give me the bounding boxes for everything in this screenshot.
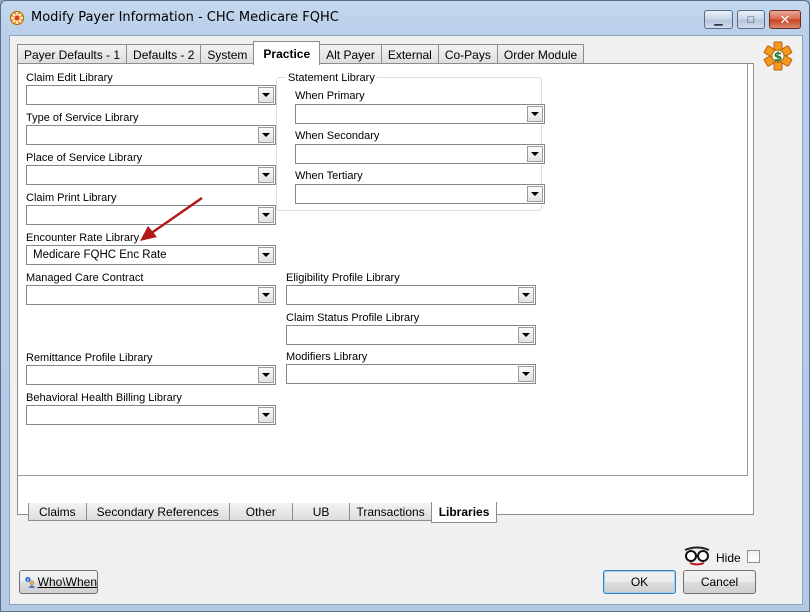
bottom-tab-strip: Claims Secondary References Other UB Tra… <box>28 502 498 525</box>
tab-libraries[interactable]: Libraries <box>430 502 498 523</box>
cancel-button[interactable]: Cancel <box>683 570 756 594</box>
when-secondary-dropdown[interactable] <box>295 144 545 164</box>
svg-text:$: $ <box>773 50 782 65</box>
place-of-service-library-dropdown[interactable] <box>26 165 276 185</box>
tab-transactions[interactable]: Transactions <box>349 503 432 521</box>
modifiers-library-label: Modifiers Library <box>286 351 368 363</box>
type-of-service-library-dropdown[interactable] <box>26 125 276 145</box>
behavioral-health-billing-library-label: Behavioral Health Billing Library <box>26 392 182 404</box>
spy-glasses-icon <box>684 546 710 566</box>
tab-claims[interactable]: Claims <box>28 503 87 521</box>
dropdown-arrow-icon[interactable] <box>258 247 274 263</box>
encounter-rate-library-label: Encounter Rate Library <box>26 232 140 244</box>
who-when-button[interactable]: i Who\When <box>19 570 98 594</box>
tab-label: UB <box>312 504 330 519</box>
minimize-icon: ▁ <box>714 14 723 26</box>
when-tertiary-label: When Tertiary <box>295 170 363 182</box>
statement-library-title: Statement Library <box>286 72 377 84</box>
dropdown-arrow-icon[interactable] <box>258 207 274 223</box>
tab-label: Other <box>245 504 276 519</box>
eligibility-profile-library-label: Eligibility Profile Library <box>286 272 400 284</box>
tab-payer-defaults-1[interactable]: Payer Defaults - 1 <box>17 44 128 64</box>
dropdown-arrow-icon[interactable] <box>258 167 274 183</box>
tab-label: Libraries <box>438 505 490 519</box>
remittance-profile-library-dropdown[interactable] <box>26 365 276 385</box>
tab-external[interactable]: External <box>380 44 439 64</box>
libraries-panel: Claim Edit Library Type of Service Libra… <box>18 64 748 476</box>
dropdown-arrow-icon[interactable] <box>527 146 543 162</box>
when-secondary-label: When Secondary <box>295 130 380 142</box>
close-button[interactable]: ✕ <box>769 10 801 29</box>
claim-status-profile-library-label: Claim Status Profile Library <box>286 312 420 324</box>
dialog-window: Modify Payer Information - CHC Medicare … <box>0 0 810 612</box>
claim-print-library-label: Claim Print Library <box>26 192 117 204</box>
tab-label: Defaults - 2 <box>133 47 195 62</box>
info-person-icon: i <box>25 576 35 588</box>
when-primary-dropdown[interactable] <box>295 104 545 124</box>
tab-co-pays[interactable]: Co-Pays <box>437 44 498 64</box>
ok-label: OK <box>630 575 649 589</box>
encounter-rate-library-dropdown[interactable]: Medicare FQHC Enc Rate <box>26 245 276 265</box>
tab-practice[interactable]: Practice <box>253 41 321 65</box>
behavioral-health-billing-library-dropdown[interactable] <box>26 405 276 425</box>
hide-label: Hide <box>716 551 741 565</box>
eligibility-profile-library-dropdown[interactable] <box>286 285 536 305</box>
claim-edit-library-dropdown[interactable] <box>26 85 276 105</box>
tab-label: Practice <box>263 46 311 61</box>
dropdown-arrow-icon[interactable] <box>527 106 543 122</box>
minimize-button[interactable]: ▁ <box>704 10 733 29</box>
modifiers-library-dropdown[interactable] <box>286 364 536 384</box>
maximize-button[interactable]: □ <box>737 10 765 29</box>
type-of-service-library-label: Type of Service Library <box>26 112 139 124</box>
dropdown-arrow-icon[interactable] <box>258 287 274 303</box>
maximize-icon: □ <box>747 13 755 26</box>
medical-dollar-logo-icon: $ <box>763 41 793 71</box>
claim-edit-library-label: Claim Edit Library <box>26 72 113 84</box>
tab-alt-payer[interactable]: Alt Payer <box>319 44 382 64</box>
tab-label: External <box>387 47 432 62</box>
dropdown-arrow-icon[interactable] <box>258 87 274 103</box>
when-tertiary-dropdown[interactable] <box>295 184 545 204</box>
managed-care-contract-label: Managed Care Contract <box>26 272 144 284</box>
tab-label: System <box>207 47 248 62</box>
red-pointer-arrow-icon <box>140 196 203 241</box>
dropdown-arrow-icon[interactable] <box>258 407 274 423</box>
dropdown-value: Medicare FQHC Enc Rate <box>33 249 167 261</box>
tab-label: Transactions <box>356 504 425 519</box>
tab-label: Co-Pays <box>444 47 491 62</box>
tab-label: Claims <box>39 504 76 519</box>
practice-tab-page: Claim Edit Library Type of Service Libra… <box>17 63 754 523</box>
dropdown-arrow-icon[interactable] <box>518 327 534 343</box>
tab-secondary-references[interactable]: Secondary References <box>85 503 230 521</box>
remittance-profile-library-label: Remittance Profile Library <box>26 352 153 364</box>
title-bar[interactable]: Modify Payer Information - CHC Medicare … <box>1 1 809 35</box>
tab-other[interactable]: Other <box>228 503 293 521</box>
tab-label: Alt Payer <box>326 47 375 62</box>
dropdown-arrow-icon[interactable] <box>518 287 534 303</box>
who-when-label: Who\When <box>37 575 97 589</box>
dropdown-arrow-icon[interactable] <box>518 366 534 382</box>
claim-status-profile-library-dropdown[interactable] <box>286 325 536 345</box>
tab-label: Secondary References <box>96 504 219 519</box>
dropdown-arrow-icon[interactable] <box>527 186 543 202</box>
tab-ub[interactable]: UB <box>291 503 351 521</box>
top-tab-strip: Payer Defaults - 1 Defaults - 2 System P… <box>17 41 585 65</box>
cancel-label: Cancel <box>700 575 739 589</box>
ok-button[interactable]: OK <box>603 570 676 594</box>
dropdown-arrow-icon[interactable] <box>258 367 274 383</box>
app-icon <box>10 11 24 25</box>
window-title: Modify Payer Information - CHC Medicare … <box>31 10 339 25</box>
dialog-client-area: Payer Defaults - 1 Defaults - 2 System P… <box>9 35 803 605</box>
dropdown-arrow-icon[interactable] <box>258 127 274 143</box>
close-icon: ✕ <box>779 11 791 27</box>
place-of-service-library-label: Place of Service Library <box>26 152 143 164</box>
when-primary-label: When Primary <box>295 90 365 102</box>
tab-system[interactable]: System <box>200 44 255 64</box>
tab-label: Order Module <box>503 47 578 62</box>
hide-checkbox[interactable] <box>747 550 760 563</box>
tab-order-module[interactable]: Order Module <box>496 44 585 64</box>
managed-care-contract-dropdown[interactable] <box>26 285 276 305</box>
tab-defaults-2[interactable]: Defaults - 2 <box>126 44 202 64</box>
tab-label: Payer Defaults - 1 <box>24 47 121 62</box>
